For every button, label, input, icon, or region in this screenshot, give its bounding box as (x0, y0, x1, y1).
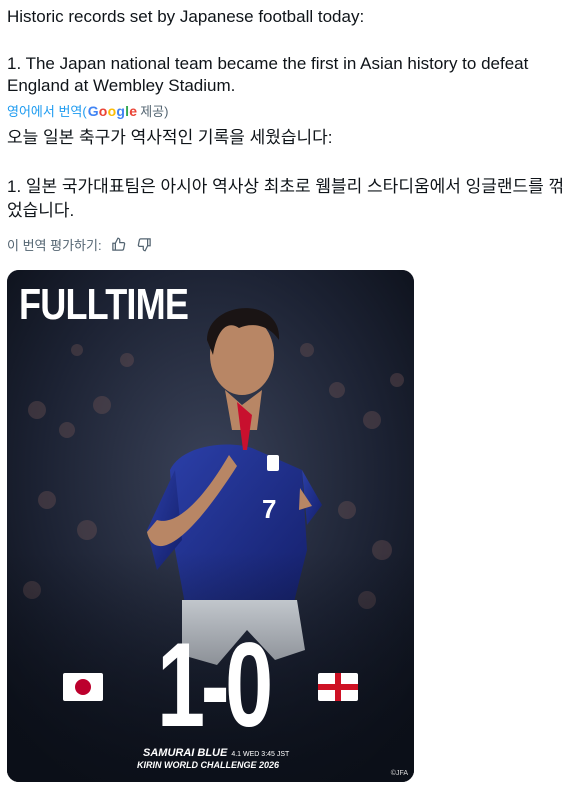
translation-attribution[interactable]: 영어에서 번역( Google 제공) (7, 101, 168, 120)
england-flag-icon (318, 673, 358, 701)
rate-translation-label: 이 번역 평가하기: (7, 238, 102, 253)
match-result-image[interactable]: 7 FULLTIME 1-0 SAMURAI BLUE4.1 WED 3:45 … (7, 270, 414, 782)
rate-translation-bar: 이 번역 평가하기: (7, 235, 154, 254)
google-logo: Google (87, 102, 138, 119)
post-text-korean-line2: 1. 일본 국가대표팀은 아시아 역사상 최초로 웸블리 스타디움에서 잉글랜드… (7, 177, 565, 220)
japan-flag-icon (63, 673, 103, 701)
provided-label: 제공) (140, 104, 169, 119)
team-line: SAMURAI BLUE 4.1 WED 3:45 JST (143, 747, 289, 759)
match-date: 4.1 WED 3:45 JST (231, 751, 290, 758)
team-name: SAMURAI BLUE (143, 747, 228, 759)
event-name: KIRIN WORLD CHALLENGE 2026 (137, 760, 280, 770)
translated-from-label: 영어에서 번역( (7, 104, 87, 119)
post-text-korean-line1: 오늘 일본 축구가 역사적인 기록을 세웠습니다: (7, 128, 333, 147)
fulltime-headline: FULLTIME (19, 280, 189, 329)
final-score: 1-0 (157, 618, 273, 752)
photo-credit: ©JFA (390, 770, 408, 777)
post-text-english-line2: 1. The Japan national team became the fi… (7, 54, 529, 95)
post-text-english-line1: Historic records set by Japanese footbal… (7, 7, 365, 26)
thumbs-down-icon[interactable] (136, 236, 154, 254)
thumbs-up-icon[interactable] (110, 236, 128, 254)
